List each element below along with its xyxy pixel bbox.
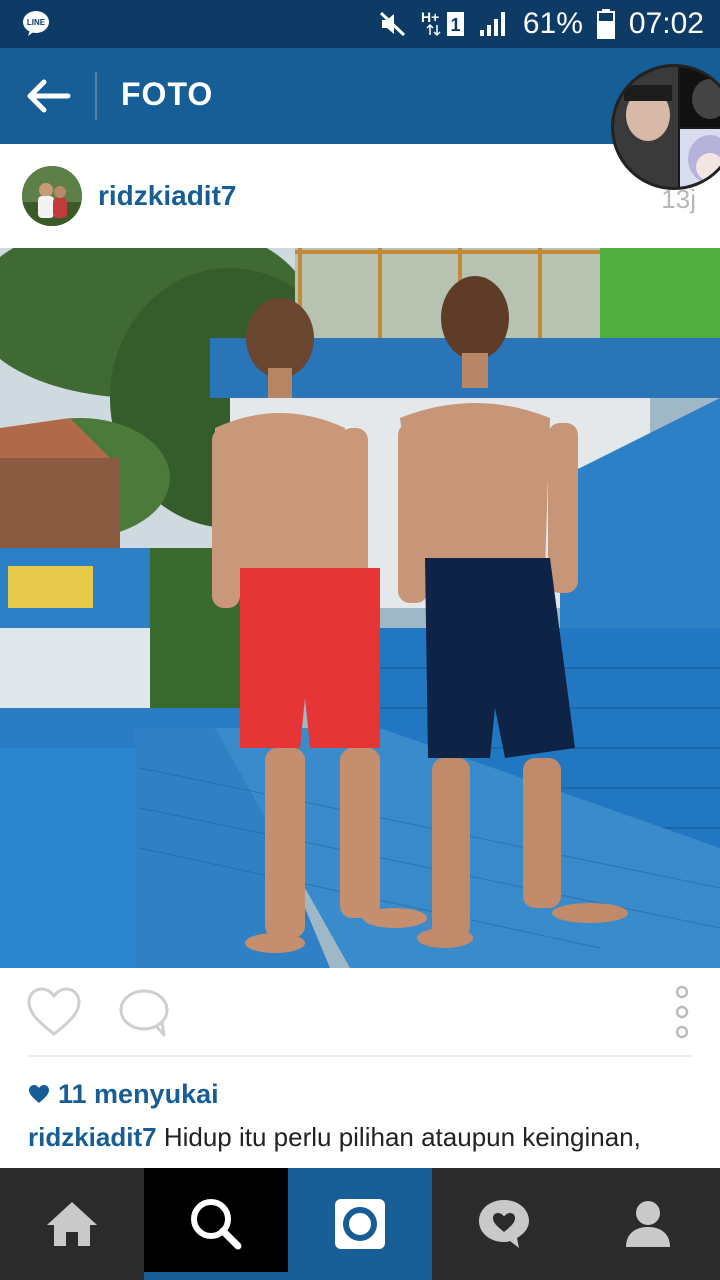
- post-header: ridzkiadit7 13j: [0, 144, 720, 248]
- comment-icon[interactable]: [118, 988, 170, 1038]
- page-title: FOTO: [121, 76, 214, 112]
- nav-search[interactable]: [144, 1168, 288, 1280]
- activity-icon: [479, 1200, 529, 1248]
- search-icon: [191, 1199, 242, 1250]
- caption-text: Hidup itu perlu pilihan ataupun keingina…: [156, 1122, 641, 1152]
- back-arrow-icon: [27, 79, 71, 113]
- nav-home[interactable]: [0, 1168, 144, 1280]
- network-icon: H+ 1: [421, 9, 464, 37]
- profile-icon: [626, 1201, 670, 1247]
- post-caption: ridzkiadit7 Hidup itu perlu pilihan atau…: [28, 1122, 708, 1153]
- divider: [28, 1055, 692, 1057]
- nav-activity[interactable]: [432, 1168, 576, 1280]
- svg-text:H+: H+: [421, 9, 439, 25]
- caption-username[interactable]: ridzkiadit7: [28, 1122, 157, 1152]
- battery-percent: 61%: [522, 7, 583, 40]
- signal-icon: [479, 12, 505, 36]
- home-icon: [47, 1202, 97, 1246]
- line-icon: LINE: [23, 11, 49, 36]
- bottom-nav: [0, 1168, 720, 1280]
- post-username[interactable]: ridzkiadit7: [98, 180, 236, 212]
- nav-camera[interactable]: [288, 1168, 432, 1280]
- heart-filled-icon: [29, 1085, 49, 1103]
- more-vertical-icon[interactable]: [668, 984, 696, 1040]
- post-actions: [0, 968, 720, 1056]
- back-button[interactable]: [18, 72, 78, 120]
- heart-outline-icon[interactable]: [26, 986, 82, 1038]
- camera-icon: [335, 1199, 385, 1249]
- mute-icon: [379, 11, 405, 37]
- app-bar-divider: [95, 72, 97, 120]
- battery-icon: [596, 9, 615, 39]
- svg-text:LINE: LINE: [27, 18, 46, 27]
- svg-text:1: 1: [450, 15, 460, 35]
- likes-row[interactable]: 11 menyukai: [28, 1076, 219, 1112]
- clock: 07:02: [628, 7, 704, 40]
- likes-count: 11 menyukai: [58, 1078, 219, 1109]
- nav-profile[interactable]: [576, 1168, 720, 1280]
- status-bar: LINE H+ 1 61% 07:02: [0, 0, 720, 48]
- avatar[interactable]: [22, 166, 82, 226]
- post-photo[interactable]: [0, 248, 720, 968]
